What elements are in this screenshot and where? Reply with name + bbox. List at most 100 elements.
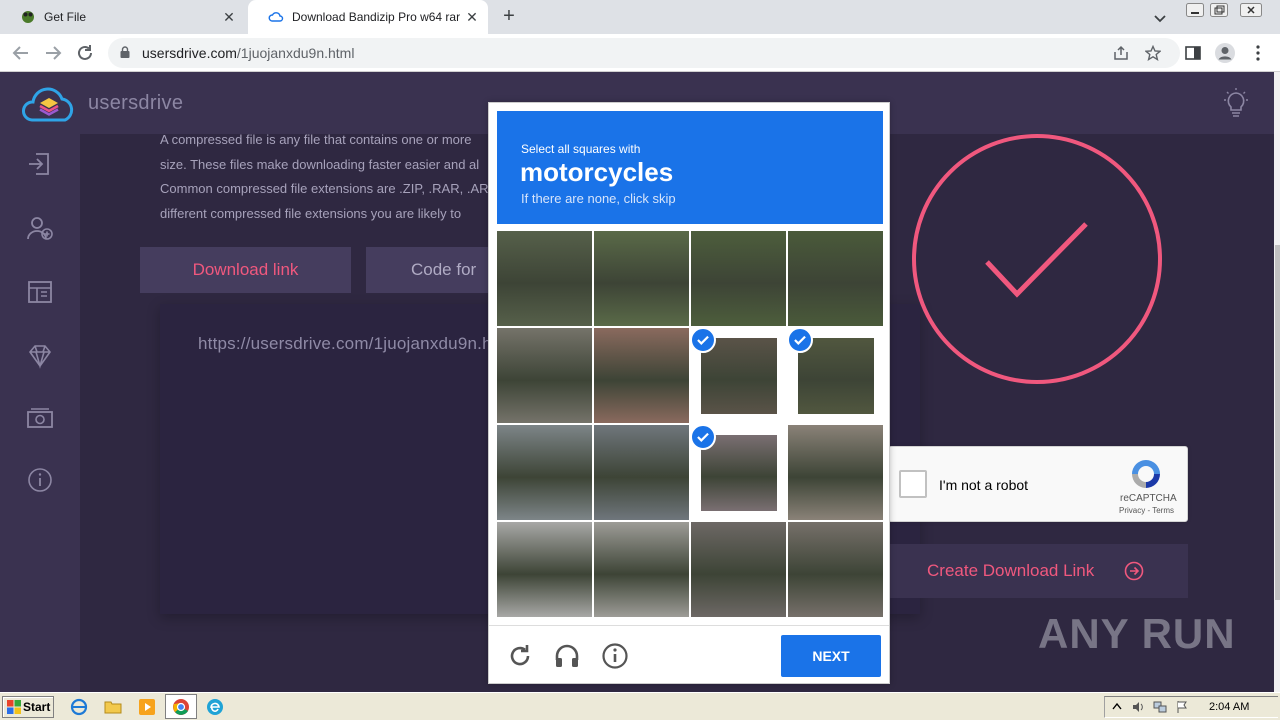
tab-get-file[interactable]: Get File ✕ xyxy=(0,0,245,34)
tile-image xyxy=(497,231,592,326)
volume-icon[interactable] xyxy=(1131,700,1145,714)
side-panel-icon[interactable] xyxy=(1185,45,1201,61)
terms-link[interactable]: Terms xyxy=(1152,506,1174,515)
help-info-icon[interactable] xyxy=(601,642,629,670)
add-user-icon[interactable] xyxy=(26,214,54,242)
recaptcha-logo-icon xyxy=(1132,460,1160,488)
grid-tile[interactable] xyxy=(594,328,689,423)
clock: 2:04 AM xyxy=(1209,701,1250,713)
code-for-tab[interactable]: Code for xyxy=(366,247,506,293)
create-download-link-button[interactable]: Create Download Link xyxy=(888,544,1188,598)
frog-favicon-icon xyxy=(22,11,34,23)
forward-arrow-icon[interactable] xyxy=(42,42,64,64)
tile-image xyxy=(788,231,883,326)
webpage: usersdrive A compressed file is any file… xyxy=(0,72,1274,692)
reload-challenge-icon[interactable] xyxy=(506,642,534,670)
grid-tile[interactable] xyxy=(497,231,592,326)
tab-download-bandizip[interactable]: Download Bandizip Pro w64 rar ✕ xyxy=(248,0,488,34)
menu-kebab-icon[interactable] xyxy=(1252,44,1264,62)
chrome-taskbar-button[interactable] xyxy=(165,694,197,719)
tab-title: Get File xyxy=(44,10,87,24)
file-explorer-folder-icon[interactable] xyxy=(104,698,122,716)
arrow-circle-right-icon xyxy=(1124,561,1144,581)
tile-image xyxy=(701,338,777,414)
chrome-icon xyxy=(173,699,189,715)
recaptcha-brand: reCAPTCHA xyxy=(1120,493,1177,504)
grid-tile[interactable] xyxy=(594,522,689,617)
info-circle-icon[interactable] xyxy=(26,466,54,494)
tile-image xyxy=(788,522,883,617)
grid-tile[interactable] xyxy=(497,522,592,617)
download-link-tab[interactable]: Download link xyxy=(140,247,351,293)
reload-icon[interactable] xyxy=(74,42,96,64)
grid-tile[interactable] xyxy=(594,231,689,326)
tray-expand-icon[interactable] xyxy=(1111,701,1123,713)
url-path: /1juojanxdu9n.html xyxy=(236,45,355,61)
edge-icon[interactable] xyxy=(206,698,224,716)
grid-tile[interactable] xyxy=(691,231,786,326)
share-icon[interactable] xyxy=(1113,45,1129,61)
close-tab-icon[interactable]: ✕ xyxy=(221,9,237,25)
tile-image xyxy=(594,231,689,326)
grid-tile[interactable] xyxy=(788,425,883,520)
audio-challenge-headphones-icon[interactable] xyxy=(553,642,581,670)
new-tab-button[interactable]: + xyxy=(498,6,520,28)
bookmark-star-icon[interactable] xyxy=(1145,45,1161,61)
next-button[interactable]: NEXT xyxy=(781,635,881,677)
tile-image xyxy=(497,328,592,423)
minimize-icon[interactable] xyxy=(1186,3,1204,17)
back-arrow-icon[interactable] xyxy=(10,42,32,64)
challenge-skip-hint: If there are none, click skip xyxy=(521,191,676,206)
media-player-icon[interactable] xyxy=(138,698,156,716)
generated-link-text[interactable]: https://usersdrive.com/1juojanxdu9n.html xyxy=(198,334,515,354)
tile-image xyxy=(594,425,689,520)
network-icon[interactable] xyxy=(1153,700,1167,714)
grid-tile[interactable] xyxy=(497,425,592,520)
premium-diamond-icon[interactable] xyxy=(26,342,54,370)
profile-avatar-icon[interactable] xyxy=(1214,42,1236,64)
windows-logo-icon xyxy=(7,700,21,714)
grid-tile[interactable] xyxy=(497,328,592,423)
tile-image xyxy=(497,522,592,617)
restore-icon[interactable] xyxy=(1210,3,1228,17)
omnibox[interactable]: usersdrive.com/1juojanxdu9n.html xyxy=(108,38,1180,68)
close-tab-icon[interactable]: ✕ xyxy=(464,9,480,25)
grid-tile[interactable] xyxy=(691,522,786,617)
earnings-money-icon[interactable] xyxy=(26,404,54,432)
usersdrive-logo-icon[interactable] xyxy=(22,84,76,124)
cloud-favicon-icon xyxy=(268,12,284,22)
page-scrollbar-thumb[interactable] xyxy=(1275,245,1280,600)
grid-tile[interactable] xyxy=(691,328,786,423)
grid-tile[interactable] xyxy=(594,425,689,520)
privacy-link[interactable]: Privacy xyxy=(1119,506,1145,515)
start-label: Start xyxy=(23,700,51,714)
grid-tile[interactable] xyxy=(788,522,883,617)
challenge-instruction: Select all squares with xyxy=(521,142,641,156)
system-tray: 2:04 AM xyxy=(1104,696,1278,718)
not-a-robot-checkbox[interactable] xyxy=(899,470,927,498)
sign-in-icon[interactable] xyxy=(26,150,54,178)
tile-image xyxy=(798,338,874,414)
description-line: Common compressed file extensions are .Z… xyxy=(160,181,489,196)
not-a-robot-label: I'm not a robot xyxy=(939,477,1029,493)
compressed-file-description: A compressed file is any file that conta… xyxy=(160,128,500,226)
challenge-footer: NEXT xyxy=(489,625,889,685)
tab-search-chevron-icon[interactable] xyxy=(1152,10,1168,26)
grid-tile[interactable] xyxy=(691,425,786,520)
challenge-image-grid xyxy=(497,231,883,617)
grid-tile[interactable] xyxy=(788,231,883,326)
description-line: different compressed file extensions you… xyxy=(160,205,462,221)
recaptcha-anchor: I'm not a robot reCAPTCHA Privacy - Term… xyxy=(888,446,1188,522)
flag-icon[interactable] xyxy=(1175,700,1189,714)
create-download-link-label: Create Download Link xyxy=(927,561,1095,580)
grid-tile[interactable] xyxy=(788,328,883,423)
lightbulb-icon[interactable] xyxy=(1222,88,1250,118)
tile-image xyxy=(691,522,786,617)
internet-explorer-icon[interactable] xyxy=(70,698,88,716)
site-logo-text[interactable]: usersdrive xyxy=(88,92,183,115)
start-button[interactable]: Start xyxy=(2,696,54,718)
url-text[interactable]: usersdrive.com/1juojanxdu9n.html xyxy=(142,45,354,61)
lock-icon[interactable] xyxy=(120,46,130,58)
close-window-icon[interactable] xyxy=(1240,3,1262,17)
files-dashboard-icon[interactable] xyxy=(26,278,54,306)
